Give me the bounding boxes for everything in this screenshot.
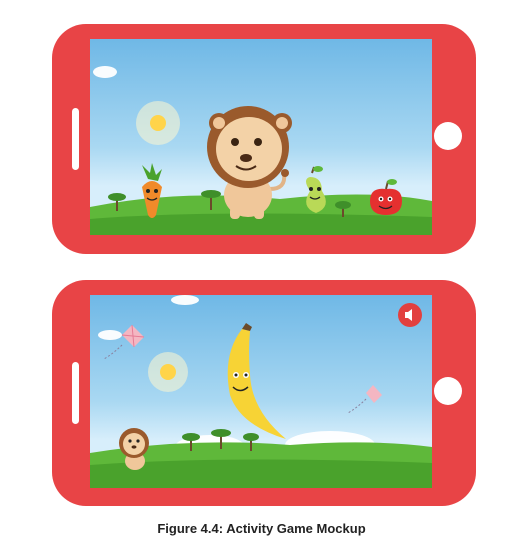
figure-caption: Figure 4.4: Activity Game Mockup <box>157 521 366 536</box>
speaker-icon <box>405 309 412 321</box>
phone-speaker <box>72 362 79 424</box>
banana-character[interactable] <box>227 323 286 439</box>
sun-icon <box>136 101 180 145</box>
game-screen-1 <box>90 39 432 235</box>
phone-mockup-1 <box>52 24 476 254</box>
pear-character[interactable] <box>306 166 326 213</box>
phone-speaker <box>72 108 79 170</box>
sound-toggle-button[interactable] <box>398 303 422 327</box>
scene-2 <box>90 295 432 488</box>
home-button[interactable] <box>434 122 462 150</box>
home-button[interactable] <box>434 377 462 405</box>
game-screen-2 <box>90 295 432 488</box>
apple-character[interactable] <box>370 179 402 215</box>
sun-icon <box>148 352 188 392</box>
phone-mockup-2 <box>52 280 476 506</box>
scene-1 <box>90 66 432 235</box>
kite-icon <box>347 385 382 414</box>
